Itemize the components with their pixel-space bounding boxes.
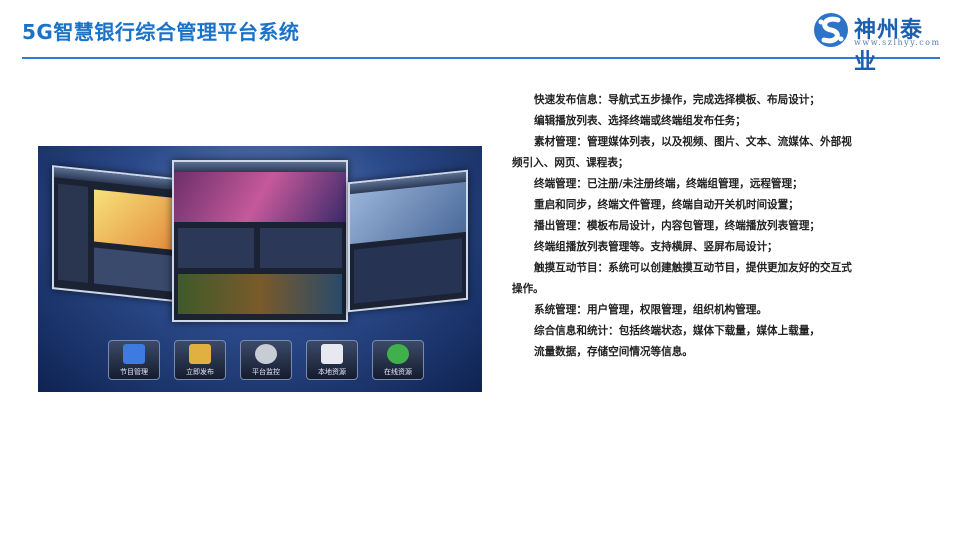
software-screenshot: 节目管理 立即发布 平台监控 本地资源 在线资源 — [38, 146, 482, 392]
dock-publish-button[interactable]: 立即发布 — [174, 340, 226, 380]
paragraph: 终端管理：已注册/未注册终端，终端组管理，远程管理； — [534, 178, 803, 190]
logo-s-icon — [814, 13, 848, 47]
paragraph: 编辑播放列表、选择终端或终端组发布任务； — [534, 115, 746, 127]
feature-list: 快速发布信息：导航式五步操作，完成选择模板、布局设计； 编辑播放列表、选择终端或… — [512, 90, 862, 363]
paragraph: 终端组播放列表管理等。支持横屏、竖屏布局设计； — [534, 241, 778, 253]
dock-monitor-button[interactable]: 平台监控 — [240, 340, 292, 380]
paragraph: 重启和同步，终端文件管理，终端自动开关机时间设置； — [534, 199, 799, 211]
paragraph: 综合信息和统计：包括终端状态，媒体下载量，媒体上载量， — [534, 325, 821, 337]
company-logo: 神州泰业 www.szlhyy.com — [812, 10, 942, 75]
paragraph: 流量数据，存储空间情况等信息。 — [534, 346, 693, 358]
publish-icon — [189, 344, 211, 364]
online-download-icon — [387, 344, 409, 364]
paragraph: 播出管理：模板布局设计，内容包管理，终端播放列表管理； — [534, 220, 821, 232]
dock-online-button[interactable]: 在线资源 — [372, 340, 424, 380]
paragraph: 触摸互动节目：系统可以创建触摸互动节目，提供更加友好的交互式操作。 — [512, 262, 852, 295]
logo-url: www.szlhyy.com — [854, 38, 941, 47]
paragraph: 系统管理：用户管理，权限管理，组织机构管理。 — [534, 304, 768, 316]
title-divider — [22, 57, 940, 59]
center-window — [172, 160, 348, 322]
local-resource-icon — [321, 344, 343, 364]
paragraph: 快速发布信息：导航式五步操作，完成选择模板、布局设计； — [534, 94, 821, 106]
monitor-icon — [255, 344, 277, 364]
left-window — [52, 165, 184, 303]
program-icon — [123, 344, 145, 364]
paragraph: 素材管理：管理媒体列表，以及视频、图片、文本、流媒体、外部视频引入、网页、课程表… — [512, 136, 852, 169]
right-window — [348, 169, 468, 313]
dock-program-button[interactable]: 节目管理 — [108, 340, 160, 380]
dock-local-button[interactable]: 本地资源 — [306, 340, 358, 380]
page-title: 5G智慧银行综合管理平台系统 — [22, 20, 300, 44]
